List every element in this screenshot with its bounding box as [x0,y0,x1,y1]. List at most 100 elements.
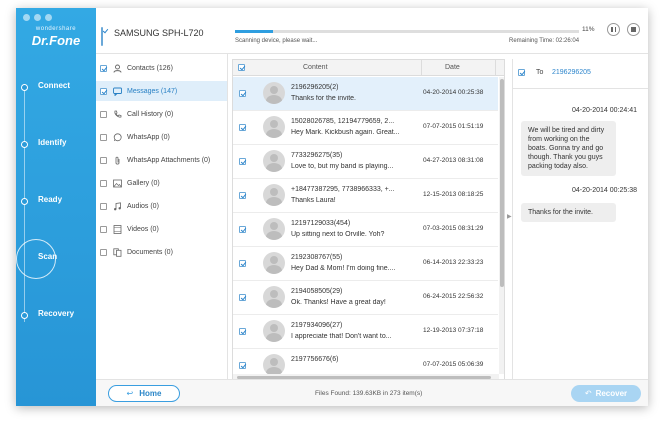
row-checkbox[interactable] [239,124,246,131]
row-checkbox[interactable] [239,260,246,267]
avatar [263,252,285,274]
scrollbar-thumb[interactable] [500,79,504,287]
column-content[interactable]: Content [303,64,328,71]
brand-small: wondershare [35,26,77,32]
to-label: To [536,69,544,76]
remaining-time: Remaining Time: 02:26:04 [509,38,580,44]
messages-icon [113,87,122,96]
attachment-icon [113,156,122,165]
recover-button[interactable]: ↶ Recover [571,385,641,402]
row-checkbox[interactable] [239,328,246,335]
home-button[interactable]: ↩ Home [108,385,180,402]
back-arrow-icon: ↩ [126,389,134,398]
row-checkbox[interactable] [239,158,246,165]
message-preview: Ok. Thanks! Have a great day! [291,299,386,306]
documents-icon [113,247,122,257]
recipient-number: 2196296205 [552,69,591,76]
device-name: SAMSUNG SPH-L720 [114,28,204,38]
collapse-panel-icon[interactable]: ▶ [507,213,512,220]
message-sender: 2197756676(6) [291,356,339,363]
conversation-checkbox[interactable] [518,69,525,76]
category-audios[interactable]: Audios (0) [96,196,227,216]
step-connect: Connect [16,78,96,98]
stop-button[interactable] [627,23,640,36]
category-checkbox[interactable] [100,248,107,256]
message-date: 06-24-2015 22:56:32 [423,293,484,300]
category-documents[interactable]: Documents (0) [96,242,227,262]
category-checkbox[interactable] [100,64,107,72]
category-call-history[interactable]: Call History (0) [96,104,227,124]
message-date: 04-20-2014 00:25:38 [423,89,484,96]
app-window: wondershare Dr.Fone Connect Identify Rea… [16,8,648,406]
table-row[interactable]: 7733296275(35) Love to, but my band is p… [233,145,498,179]
category-label: Gallery (0) [127,179,160,187]
close-window-icon[interactable] [23,14,30,21]
step-label: Identify [38,138,67,147]
pause-icon [611,27,616,32]
message-sender: 15028026785, 12194779659, 2... [291,118,395,125]
message-preview: I appreciate that! Don't want to... [291,333,392,340]
conversation-panel: To 2196296205 04-20-2014 00:24:41 We wil… [512,59,648,381]
row-checkbox[interactable] [239,294,246,301]
row-checkbox[interactable] [239,90,246,97]
category-whatsapp-attachments[interactable]: WhatsApp Attachments (0) [96,150,227,170]
column-divider [421,60,422,76]
message-date: 12-15-2013 08:18:25 [423,191,484,198]
message-date: 07-07-2015 01:51:19 [423,123,484,130]
select-all-checkbox[interactable] [238,64,245,71]
category-checkbox[interactable] [100,202,107,210]
category-checkbox[interactable] [100,87,107,95]
table-row[interactable]: 2196296205(2) Thanks for the invite. 04-… [233,77,498,111]
message-timestamp: 04-20-2014 00:25:38 [572,187,637,194]
category-checkbox[interactable] [100,225,107,233]
row-checkbox[interactable] [239,226,246,233]
category-label: Contacts (126) [127,64,173,72]
vertical-scrollbar[interactable] [499,77,504,374]
table-row[interactable]: 15028026785, 12194779659, 2... Hey Mark.… [233,111,498,145]
maximize-window-icon[interactable] [45,14,52,21]
step-recovery: Recovery [16,306,96,326]
category-messages[interactable]: Messages (147) [96,81,227,101]
message-date: 07-03-2015 08:31:29 [423,225,484,232]
category-label: WhatsApp Attachments (0) [127,156,211,164]
column-date[interactable]: Date [445,64,460,71]
step-label: Recovery [38,309,75,318]
message-preview: Thanks for the invite. [291,95,356,102]
avatar [263,150,285,172]
category-label: Videos (0) [127,225,159,233]
message-preview: Hey Mark. Kickbush again. Great... [291,129,400,136]
table-row[interactable]: 12197129033(454) Up sitting next to Orvi… [233,213,498,247]
message-date: 04-27-2013 08:31:08 [423,157,484,164]
category-checkbox[interactable] [100,179,107,187]
message-preview: Hey Dad & Mom! I'm doing fine.... [291,265,396,272]
message-sender: 12197129033(454) [291,220,351,227]
category-checkbox[interactable] [100,110,107,118]
category-videos[interactable]: Videos (0) [96,219,227,239]
row-checkbox[interactable] [239,362,246,369]
table-row[interactable]: 2192308767(55) Hey Dad & Mom! I'm doing … [233,247,498,281]
minimize-window-icon[interactable] [34,14,41,21]
message-sender: +18477387295, 7738966333, +... [291,186,395,193]
table-row[interactable]: 2194058505(29) Ok. Thanks! Have a great … [233,281,498,315]
category-checkbox[interactable] [100,156,107,164]
recover-label: Recover [595,389,628,398]
category-whatsapp[interactable]: WhatsApp (0) [96,127,227,147]
category-label: Messages (147) [127,87,178,95]
avatar [263,82,285,104]
step-dot-icon [21,312,28,319]
table-row[interactable]: +18477387295, 7738966333, +... Thanks La… [233,179,498,213]
category-contacts[interactable]: Contacts (126) [96,58,227,78]
row-checkbox[interactable] [239,192,246,199]
step-label: Scan [38,252,58,261]
table-row[interactable]: 2197934096(27) I appreciate that! Don't … [233,315,498,349]
files-found: Files Found: 139.63KB in 273 item(s) [315,390,423,397]
step-identify: Identify [16,135,96,155]
message-bubble: Thanks for the invite. [521,203,616,222]
avatar [263,286,285,308]
device-checkbox[interactable] [101,27,103,46]
pause-button[interactable] [607,23,620,36]
category-gallery[interactable]: Gallery (0) [96,173,227,193]
step-scan: Scan [16,239,96,279]
category-label: Documents (0) [127,248,173,256]
category-checkbox[interactable] [100,133,107,141]
